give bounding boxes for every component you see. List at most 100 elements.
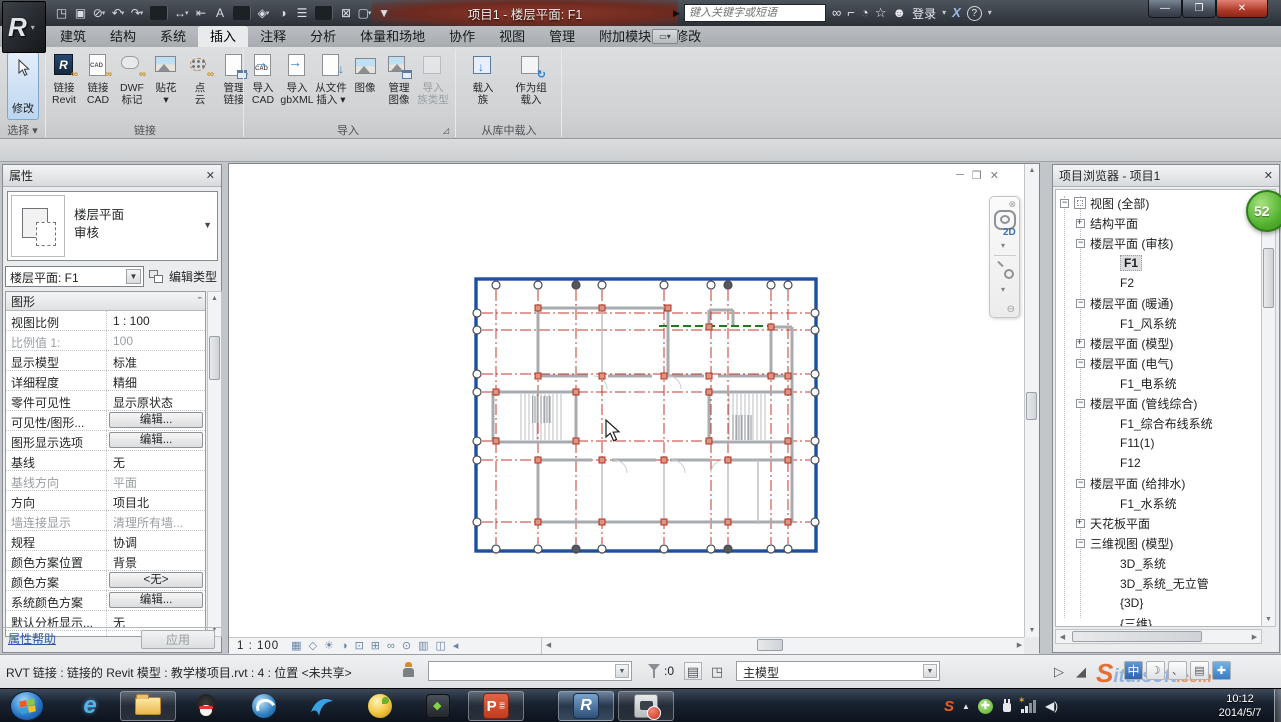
view-control-icon[interactable]: ▦	[291, 639, 301, 654]
tree-item-label[interactable]: 楼层平面 (模型)	[1090, 335, 1173, 352]
tree-item[interactable]: F2	[1056, 273, 1261, 293]
tree-item-label[interactable]: 结构平面	[1090, 215, 1138, 232]
view-instance-combo[interactable]: 楼层平面: F1 ▼	[5, 266, 144, 287]
view-close-icon[interactable]: ✕	[990, 169, 999, 182]
tree-item[interactable]: 天花板平面	[1056, 513, 1261, 533]
tree-item-label[interactable]: 视图 (全部)	[1090, 195, 1149, 212]
communication-center-icon[interactable]: ◔	[861, 4, 869, 22]
apply-button[interactable]: 应用	[141, 630, 215, 649]
tree-expander-icon[interactable]	[1076, 479, 1085, 488]
help-icon[interactable]: ?	[967, 6, 982, 21]
property-value[interactable]: 清理所有墙...	[107, 511, 205, 530]
ribbon-tab[interactable]: 管理	[537, 26, 587, 47]
close-button[interactable]: ✕	[1216, 0, 1268, 18]
tree-expander-icon[interactable]	[1076, 539, 1085, 548]
chevron-down-icon[interactable]: ▼	[126, 269, 141, 284]
taskbar-clock[interactable]: 10:12 2014/5/7	[1208, 692, 1272, 720]
ime-chinese-icon[interactable]: 中	[1124, 661, 1143, 680]
sign-in-caret-icon[interactable]: ▾	[942, 4, 946, 22]
tree-item[interactable]: F1_电系统	[1056, 373, 1261, 393]
start-button[interactable]	[10, 691, 44, 721]
ribbon-button[interactable]: 导入 族类型	[416, 50, 450, 106]
qat-button[interactable]: ◑	[274, 4, 292, 22]
view-control-icon[interactable]: ◂	[453, 639, 459, 654]
tree-item[interactable]: F1_水系统	[1056, 493, 1261, 513]
tree-item[interactable]: 3D_系统	[1056, 553, 1261, 573]
qat-button[interactable]	[315, 6, 333, 20]
worksets-icon[interactable]	[402, 662, 416, 680]
select-panel-label[interactable]: 选择 ▾	[0, 124, 45, 138]
view-control-icon[interactable]: ⊡	[355, 639, 364, 654]
taskbar-media-player[interactable]	[236, 691, 292, 721]
tray-network-icon[interactable]	[1021, 699, 1037, 713]
tree-item[interactable]: 楼层平面 (审核)	[1056, 233, 1261, 253]
tree-item-label[interactable]: 楼层平面 (暖通)	[1090, 295, 1173, 312]
tree-item[interactable]: 楼层平面 (管线综合)	[1056, 393, 1261, 413]
tree-item-label[interactable]: 楼层平面 (给排水)	[1090, 475, 1185, 492]
ribbon-button[interactable]: ↓ 载入 族	[459, 50, 507, 106]
property-value[interactable]: 精细	[107, 371, 205, 390]
tree-item[interactable]: F11(1)	[1056, 433, 1261, 453]
exchange-apps-icon[interactable]: X	[952, 4, 961, 22]
subscription-key-icon[interactable]: ⌐	[847, 4, 855, 22]
navigation-bar[interactable]: ⊗ 2D ▾ ▾ ⊖	[989, 196, 1020, 318]
link-panel-label[interactable]: 链接	[47, 124, 243, 138]
ime-punctuation-icon[interactable]: 、	[1168, 661, 1187, 680]
property-value[interactable]: 编辑...	[107, 591, 205, 610]
property-value[interactable]: 编辑...	[107, 411, 205, 430]
tree-item-label[interactable]: {三维}	[1120, 615, 1152, 628]
tree-item[interactable]: 楼层平面 (给排水)	[1056, 473, 1261, 493]
property-value[interactable]: 显示原状态	[107, 391, 205, 410]
tree-item-label[interactable]: F1	[1120, 255, 1142, 271]
tree-item[interactable]: 楼层平面 (模型)	[1056, 333, 1261, 353]
zoom-menu-caret-icon[interactable]: ▾	[1001, 285, 1005, 294]
tree-item-label[interactable]: 天花板平面	[1090, 515, 1150, 532]
view-control-icon[interactable]: ◇	[309, 639, 317, 654]
property-value[interactable]: 背景	[107, 551, 205, 570]
qat-button[interactable]: ↷ ▾	[128, 4, 146, 22]
qat-button[interactable]: ◈ ▾	[255, 4, 273, 22]
tree-item-label[interactable]: F1_电系统	[1120, 375, 1177, 392]
ribbon-button[interactable]: 贴花 ▾	[149, 50, 183, 106]
tree-item-label[interactable]: F1_综合布线系统	[1120, 415, 1213, 432]
ribbon-tab[interactable]: 协作	[437, 26, 487, 47]
canvas-vertical-scrollbar[interactable]: ▲ ▼	[1024, 164, 1039, 637]
taskbar-explorer[interactable]	[120, 691, 176, 721]
property-value[interactable]: 协调	[107, 531, 205, 550]
tray-expand-icon[interactable]: ▲	[962, 702, 970, 711]
collapse-chevron-icon[interactable]: ˆ ˆ	[198, 296, 201, 306]
project-browser-header[interactable]: 项目浏览器 - 项目1 ✕	[1053, 165, 1279, 187]
qat-button[interactable]: ↶ ▾	[109, 4, 127, 22]
select-underlay-icon[interactable]: ◢	[1072, 662, 1090, 680]
tree-item[interactable]: 3D_系统_无立管	[1056, 573, 1261, 593]
view-control-icon[interactable]: ⊙	[402, 639, 411, 654]
ribbon-tab[interactable]: 结构	[98, 26, 148, 47]
tray-s-icon[interactable]: S	[944, 698, 954, 715]
taskbar-dark-app[interactable]	[410, 691, 466, 721]
view-control-icon[interactable]: ◫	[435, 639, 445, 654]
ribbon-tab[interactable]: 体量和场地	[348, 26, 437, 47]
view-minimize-icon[interactable]: ─	[956, 169, 964, 182]
tree-item[interactable]: F1_风系统	[1056, 313, 1261, 333]
taskbar-music-app[interactable]	[352, 691, 408, 721]
ribbon-tab[interactable]: 视图	[487, 26, 537, 47]
tree-expander-icon[interactable]	[1076, 339, 1085, 348]
browser-horizontal-scrollbar[interactable]: ◀ ▶	[1055, 629, 1262, 644]
ribbon-button[interactable]: ↓ 从文件 插入 ▾	[314, 50, 348, 106]
chevron-down-icon[interactable]: ▼	[203, 220, 212, 230]
tree-item-label[interactable]: F11(1)	[1120, 436, 1154, 450]
close-icon[interactable]: ✕	[1264, 169, 1273, 182]
restore-button[interactable]: ❐	[1182, 0, 1216, 18]
press-drag-icon[interactable]: ◳	[708, 662, 726, 680]
navbar-collapse-icon[interactable]: ⊖	[1007, 304, 1015, 315]
worksets-combo[interactable]: ▼	[428, 661, 632, 681]
ribbon-tab[interactable]: 分析	[298, 26, 348, 47]
floor-plan-drawing[interactable]	[456, 264, 836, 564]
filter-icon[interactable]	[648, 664, 660, 671]
tray-power-icon[interactable]	[1001, 699, 1013, 713]
property-value[interactable]: 1 : 100	[107, 311, 205, 330]
taskbar-qq[interactable]	[178, 691, 234, 721]
qat-button[interactable]: ▣	[71, 4, 89, 22]
load-panel-label[interactable]: 从库中载入	[459, 124, 559, 138]
qat-button[interactable]: ▼	[375, 4, 393, 22]
